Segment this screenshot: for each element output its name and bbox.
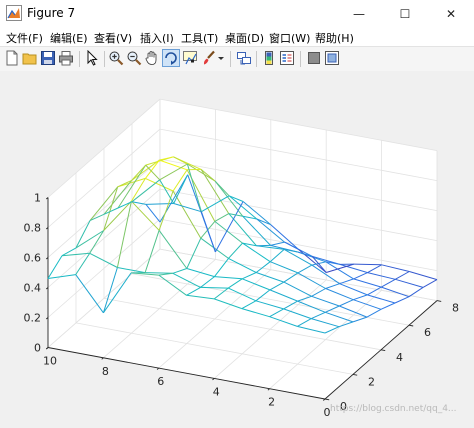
data-cursor-icon[interactable] <box>182 50 198 66</box>
pointer-icon[interactable] <box>84 50 100 66</box>
colorbar-icon[interactable] <box>261 50 277 66</box>
figure-toolbar <box>0 46 474 72</box>
x-tick <box>157 368 159 370</box>
mesh-edge <box>354 264 382 265</box>
open-file-icon[interactable] <box>22 50 38 66</box>
z-tick-label: 1 <box>34 192 41 205</box>
x-tick-label: 6 <box>157 375 164 388</box>
window-title: Figure 7 <box>27 6 75 20</box>
menu-window[interactable]: 窗口(W) <box>269 30 310 46</box>
x-tick <box>213 378 215 380</box>
save-icon[interactable] <box>40 50 56 66</box>
legend-icon[interactable] <box>279 50 295 66</box>
y-tick-label: 8 <box>452 302 459 315</box>
axes-gridlines <box>46 99 441 400</box>
toolbar-separator <box>230 51 231 67</box>
menu-insert[interactable]: 插入(I) <box>140 30 174 46</box>
y-tick <box>325 399 329 400</box>
menu-view[interactable]: 查看(V) <box>94 30 132 46</box>
title-bar: Figure 7 — ☐ ✕ <box>0 0 474 28</box>
x-tick <box>268 389 270 391</box>
hide-plot-tools-icon[interactable] <box>306 50 322 66</box>
new-figure-icon[interactable] <box>4 50 20 66</box>
minimize-icon: — <box>353 7 365 21</box>
x-tick <box>102 358 104 360</box>
matlab-figure-icon <box>6 5 22 21</box>
y-tick-label: 6 <box>424 326 431 339</box>
zoom-out-icon[interactable] <box>126 50 142 66</box>
toolbar-separator <box>104 51 105 67</box>
close-icon: ✕ <box>446 7 456 21</box>
figure-canvas[interactable]: 02468100246800.20.40.60.81 <box>0 71 474 424</box>
mesh-edge <box>145 273 173 274</box>
mesh-edge <box>201 287 229 288</box>
z-tick-label: 0.6 <box>24 252 42 265</box>
x-tick-label: 8 <box>102 365 109 378</box>
menu-bar: 文件(F) 编辑(E) 查看(V) 插入(I) 工具(T) 桌面(D) 窗口(W… <box>0 28 474 46</box>
z-tick <box>46 348 48 350</box>
y-tick-label: 4 <box>396 351 403 364</box>
brush-dropdown-icon[interactable] <box>216 50 226 66</box>
rotate-3d-icon[interactable] <box>163 50 179 66</box>
x-tick-label: 4 <box>213 385 220 398</box>
z-tick-label: 0 <box>34 342 41 355</box>
x-tick-label: 10 <box>43 355 57 368</box>
pan-icon[interactable] <box>144 50 160 66</box>
brush-icon[interactable] <box>201 50 217 66</box>
y-tick-label: 2 <box>368 375 375 388</box>
menu-tools[interactable]: 工具(T) <box>181 30 218 46</box>
print-icon[interactable] <box>58 50 74 66</box>
maximize-icon: ☐ <box>400 7 411 21</box>
z-tick-label: 0.2 <box>24 312 42 325</box>
z-tick-label: 0.8 <box>24 222 42 235</box>
toolbar-separator <box>300 51 301 67</box>
menu-help[interactable]: 帮助(H) <box>315 30 354 46</box>
z-tick-label: 0.4 <box>24 282 42 295</box>
watermark-text: https://blog.csdn.net/qq_4... <box>330 404 457 414</box>
menu-edit[interactable]: 编辑(E) <box>50 30 88 46</box>
y-tick <box>353 374 357 375</box>
y-tick <box>437 301 441 302</box>
minimize-button[interactable]: — <box>336 0 382 28</box>
zoom-in-icon[interactable] <box>108 50 124 66</box>
link-plot-icon[interactable] <box>236 50 252 66</box>
toolbar-separator <box>256 51 257 67</box>
mesh-plot[interactable]: 02468100246800.20.40.60.81 <box>0 71 474 424</box>
show-plot-tools-icon[interactable] <box>324 50 340 66</box>
menu-desktop[interactable]: 桌面(D) <box>225 30 264 46</box>
toolbar-separator <box>79 51 80 67</box>
y-tick <box>409 325 413 326</box>
y-tick <box>381 350 385 351</box>
x-tick-label: 2 <box>268 396 275 409</box>
menu-file[interactable]: 文件(F) <box>6 30 43 46</box>
close-button[interactable]: ✕ <box>428 0 474 28</box>
maximize-button[interactable]: ☐ <box>382 0 428 28</box>
x-tick <box>323 399 325 401</box>
